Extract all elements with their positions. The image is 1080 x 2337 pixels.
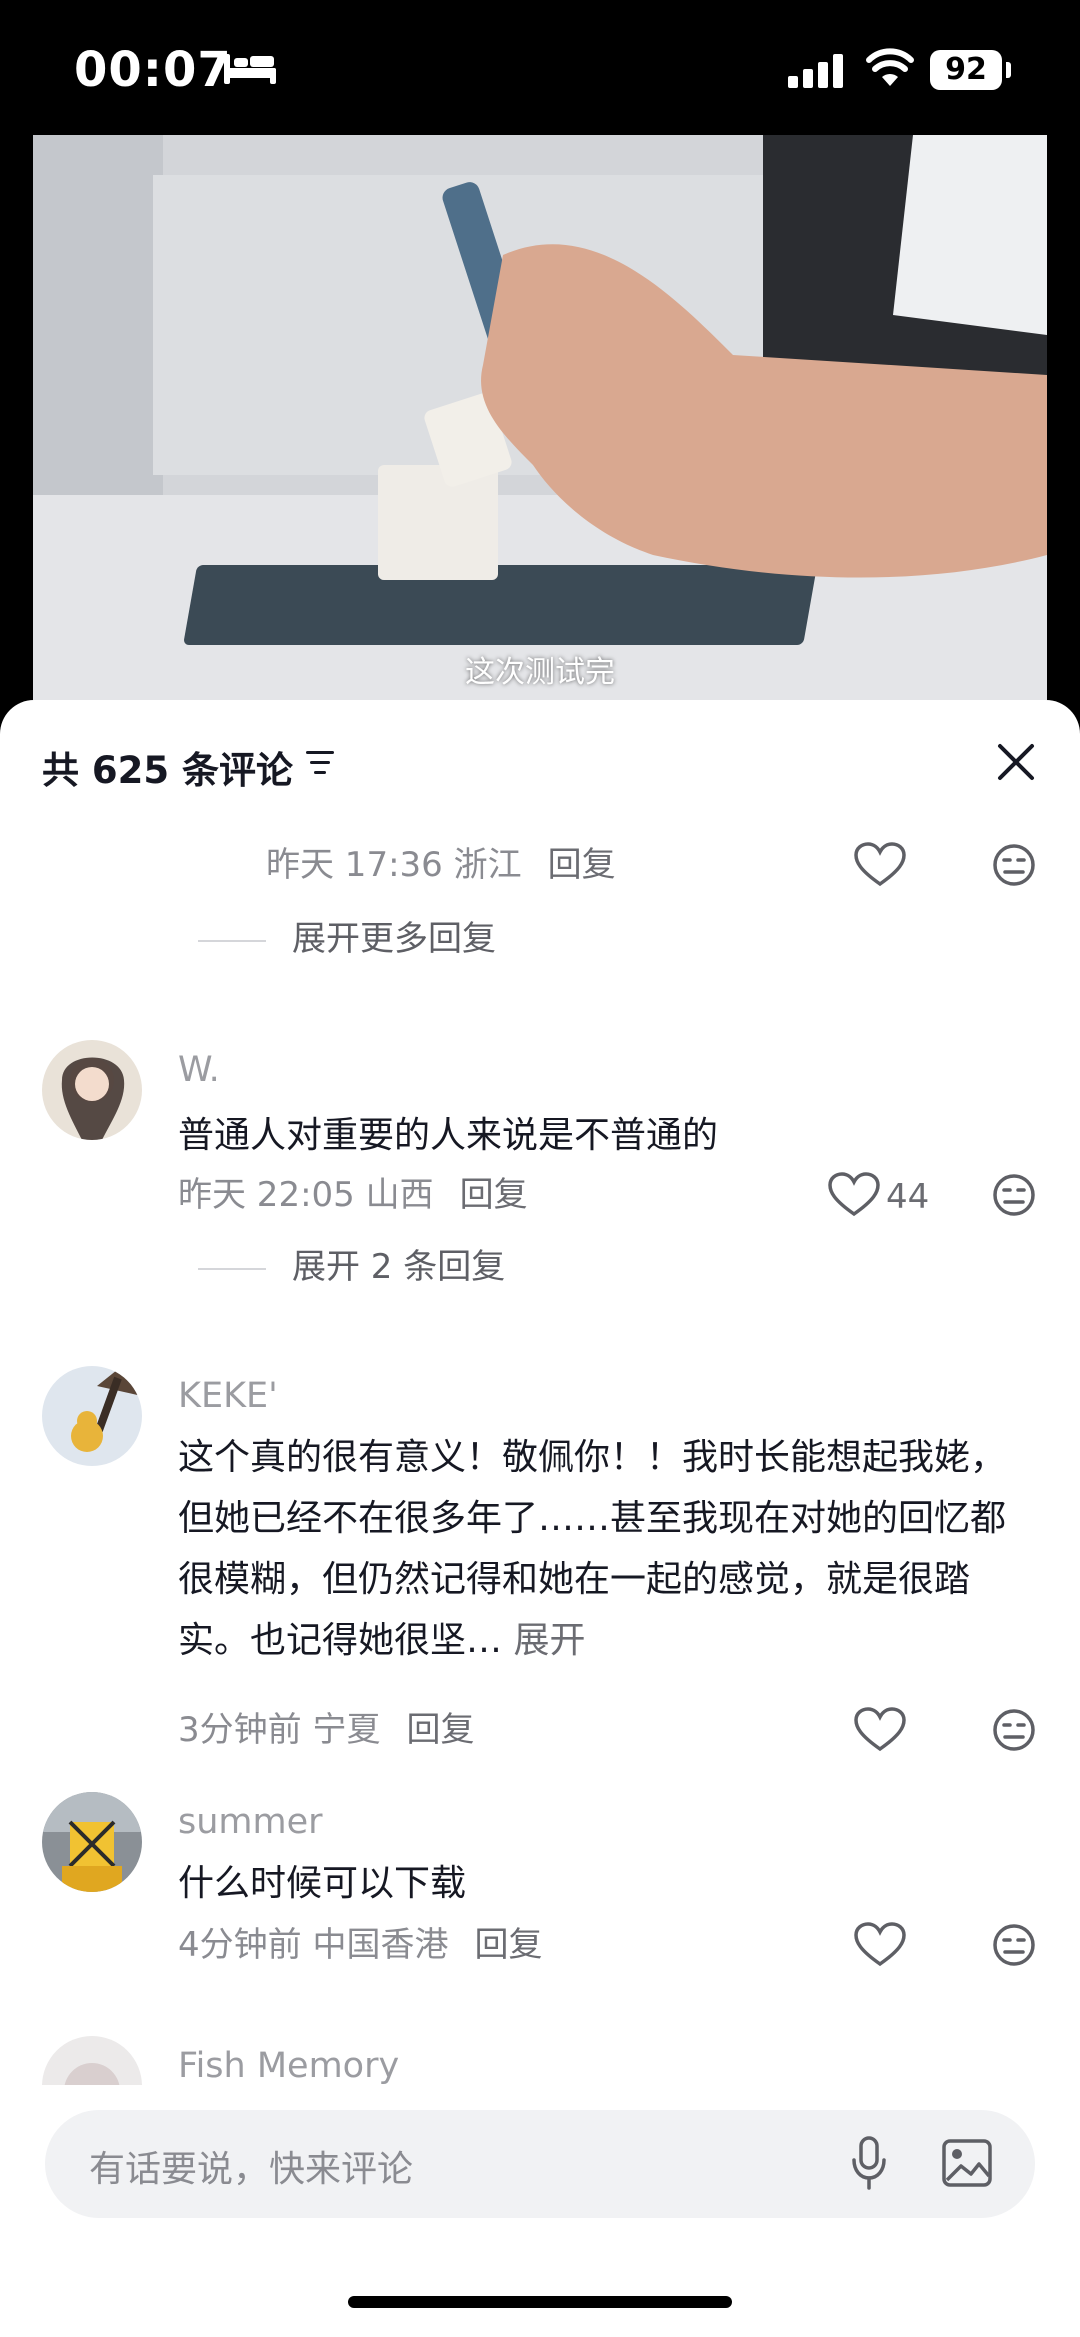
dislike-icon[interactable] xyxy=(984,1705,1044,1755)
comment-username[interactable]: W. xyxy=(178,1050,220,1090)
expand-text-link[interactable]: 展开 xyxy=(513,1620,585,1661)
status-time: 00:07 xyxy=(74,42,232,98)
home-indicator xyxy=(348,2296,732,2308)
avatar[interactable] xyxy=(42,1040,142,1140)
comment-time-location: 昨天 17:36 浙江 xyxy=(266,845,522,885)
video-frame xyxy=(33,135,1047,700)
video-player[interactable]: 这次测试完 xyxy=(33,135,1047,700)
comment-meta: 4分钟前 中国香港 回复 xyxy=(178,1920,542,1970)
comment-meta: 3分钟前 宁夏 回复 xyxy=(178,1705,474,1755)
battery-nub xyxy=(1006,62,1011,78)
avatar-image xyxy=(42,1366,142,1466)
expand-label: 展开更多回复 xyxy=(292,919,496,959)
comment-count: 共 625 条评论 xyxy=(42,749,293,792)
dislike-icon[interactable] xyxy=(984,840,1044,890)
battery-indicator: 92 xyxy=(930,50,1002,90)
like-icon[interactable] xyxy=(850,1920,910,1970)
avatar[interactable] xyxy=(42,2036,142,2085)
avatar-image xyxy=(42,1792,142,1892)
comment-text: 什么时候可以下载 xyxy=(178,1863,467,1904)
image-icon[interactable] xyxy=(941,2138,993,2188)
avatar-image xyxy=(42,2036,142,2085)
comment-username[interactable]: KEKE' xyxy=(178,1376,278,1416)
comment-meta: 昨天 22:05 山西 回复 xyxy=(178,1170,528,1220)
comment-username[interactable]: Fish Memory xyxy=(178,2046,399,2085)
comment-text: 这个真的很有意义！敬佩你！！我时长能想起我姥，但她已经不在很多年了……甚至我现在… xyxy=(178,1427,1038,1671)
comment-input[interactable]: 有话要说，快来评论 xyxy=(89,2140,413,2192)
like-icon[interactable] xyxy=(850,1705,910,1755)
like-icon[interactable] xyxy=(824,1170,884,1220)
wifi-icon xyxy=(866,48,914,86)
expand-divider xyxy=(198,939,266,942)
comment-text-body: 这个真的很有意义！敬佩你！！我时长能想起我姥，但她已经不在很多年了……甚至我现在… xyxy=(178,1437,1007,1661)
partial-comment: Fish Memory xyxy=(0,2030,1080,2085)
video-subtitle: 这次测试完 xyxy=(465,655,615,690)
like-icon[interactable] xyxy=(850,840,910,890)
avatar-image xyxy=(42,1040,142,1140)
reply-button[interactable]: 回复 xyxy=(460,1175,528,1215)
microphone-icon[interactable] xyxy=(851,2136,887,2192)
expand-label: 展开 2 条回复 xyxy=(292,1247,506,1287)
sleep-focus-icon xyxy=(224,54,276,84)
comment-username[interactable]: summer xyxy=(178,1802,323,1842)
dislike-icon[interactable] xyxy=(984,1920,1044,1970)
comment-input-bar[interactable]: 有话要说，快来评论 xyxy=(45,2110,1035,2218)
comments-header: 共 625 条评论 xyxy=(0,700,1080,820)
comment-time-location: 昨天 22:05 山西 xyxy=(178,1175,434,1215)
reply-button[interactable]: 回复 xyxy=(548,845,616,885)
comment-meta: 昨天 17:36 浙江 回复 xyxy=(266,840,616,890)
status-bar: 00:07 92 xyxy=(0,0,1080,135)
comment-text: 普通人对重要的人来说是不普通的 xyxy=(178,1115,719,1156)
avatar[interactable] xyxy=(42,1792,142,1892)
comments-sheet: 共 625 条评论 昨天 17:36 浙江 回复 展开更多回复 W. 普通人对重要… xyxy=(0,700,1080,2337)
reply-button[interactable]: 回复 xyxy=(474,1925,542,1965)
close-icon[interactable] xyxy=(992,738,1040,786)
avatar[interactable] xyxy=(42,1366,142,1466)
expand-replies-button[interactable]: 展开 2 条回复 xyxy=(198,1242,505,1292)
sort-icon[interactable] xyxy=(304,748,338,778)
like-count: 44 xyxy=(886,1177,930,1217)
reply-button[interactable]: 回复 xyxy=(406,1710,474,1750)
cellular-signal-icon xyxy=(788,54,843,88)
expand-divider xyxy=(198,1267,266,1270)
comment-time-location: 4分钟前 中国香港 xyxy=(178,1925,449,1965)
comment-time-location: 3分钟前 宁夏 xyxy=(178,1710,381,1750)
dislike-icon[interactable] xyxy=(984,1170,1044,1220)
expand-replies-button[interactable]: 展开更多回复 xyxy=(198,914,496,964)
